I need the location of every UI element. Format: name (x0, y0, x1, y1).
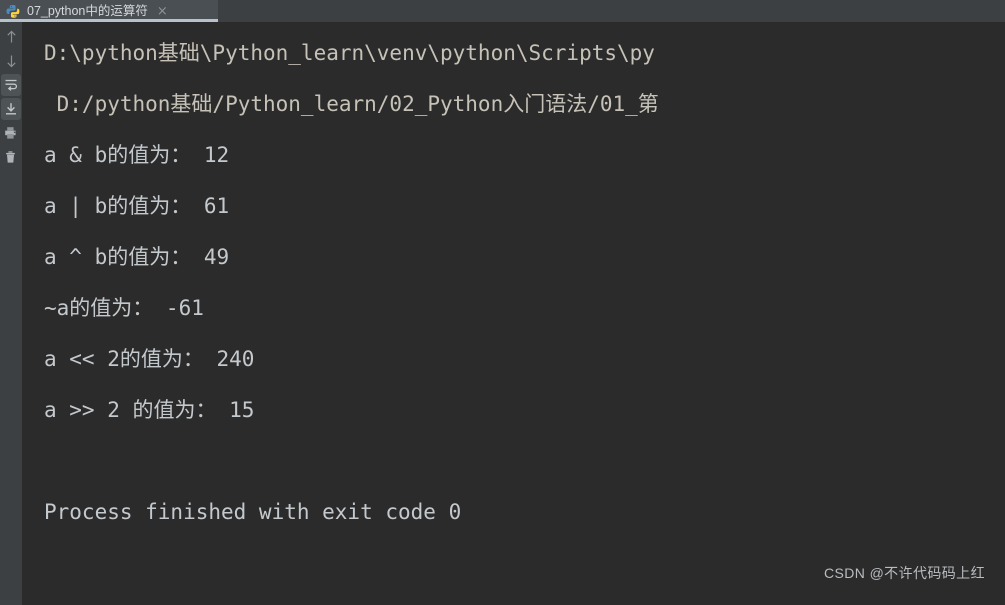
console-line: D:\python基础\Python_learn\venv\python\Scr… (44, 41, 655, 65)
console-line: D:/python基础/Python_learn/02_Python入门语法/0… (44, 92, 659, 116)
print-button[interactable] (1, 122, 21, 144)
console-line: a << 2的值为： 240 (44, 347, 255, 371)
console-output[interactable]: D:\python基础\Python_learn\venv\python\Scr… (22, 22, 1005, 605)
tab-bar: 07_python中的运算符 × (0, 0, 1005, 22)
python-icon (6, 4, 20, 18)
soft-wrap-button[interactable] (1, 74, 21, 96)
trash-icon (6, 151, 15, 163)
print-icon (5, 127, 16, 139)
down-arrow-button[interactable] (1, 50, 21, 72)
soft-wrap-icon (5, 79, 18, 91)
console-line: a >> 2 的值为： 15 (44, 398, 255, 422)
tab-label: 07_python中的运算符 (27, 3, 148, 18)
console-line: a | b的值为： 61 (44, 194, 230, 218)
up-arrow-icon (6, 30, 16, 43)
scroll-to-end-button[interactable] (1, 98, 21, 120)
scroll-to-end-icon (6, 103, 16, 115)
tab-07-python-operators[interactable]: 07_python中的运算符 × (0, 0, 218, 22)
console-line: a ^ b的值为： 49 (44, 245, 230, 269)
clear-all-button[interactable] (1, 146, 21, 168)
csdn-watermark: CSDN @不许代码码上红 (824, 565, 985, 581)
console-line: a & b的值为： 12 (44, 143, 230, 167)
up-arrow-button[interactable] (1, 26, 21, 48)
console-toolbar (0, 22, 22, 605)
down-arrow-icon (6, 55, 16, 68)
close-icon[interactable]: × (157, 5, 168, 18)
run-console-window: 07_python中的运算符 × D:\python基础\Python_lear… (0, 0, 1005, 605)
console-line: ~a的值为： -61 (44, 296, 204, 320)
console-line: Process finished with exit code 0 (44, 500, 462, 524)
